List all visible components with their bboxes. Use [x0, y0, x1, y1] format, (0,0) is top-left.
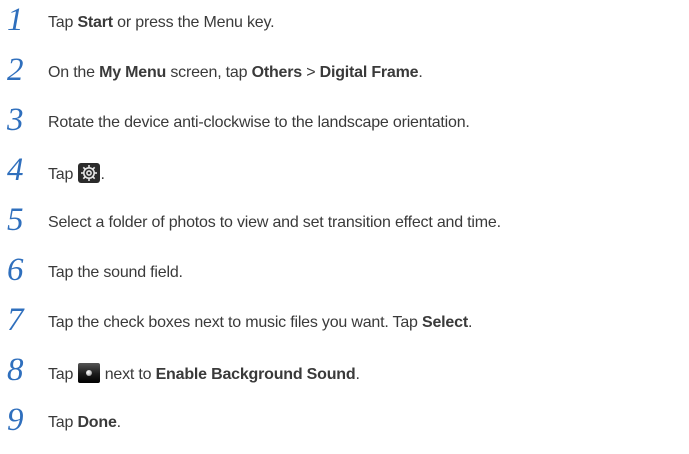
step-text: Tap the sound field.: [48, 264, 183, 281]
step-text: Tap Done.: [48, 414, 121, 431]
step-number: 6: [7, 252, 24, 288]
settings-gear-icon: [78, 163, 101, 183]
step-2: 2 On the My Menu screen, tap Others > Di…: [0, 54, 689, 104]
step-number: 9: [7, 402, 24, 438]
step-1: 1 Tap Start or press the Menu key.: [0, 4, 689, 54]
ui-term-my-menu: My Menu: [99, 64, 167, 81]
step-6: 6 Tap the sound field.: [0, 254, 689, 304]
step-text: On the My Menu screen, tap Others > Digi…: [48, 64, 423, 81]
step-text: Tap the check boxes next to music files …: [48, 314, 473, 331]
step-number: 8: [7, 352, 24, 388]
step-number: 4: [7, 152, 24, 188]
step-text: Tap next to Enable Background Sound.: [48, 363, 360, 389]
step-number: 7: [7, 302, 24, 338]
step-7: 7 Tap the check boxes next to music file…: [0, 304, 689, 354]
ui-term-done: Done: [77, 414, 117, 431]
step-3: 3 Rotate the device anti-clockwise to th…: [0, 104, 689, 154]
toggle-switch-icon: [78, 363, 101, 383]
step-number: 2: [7, 52, 24, 88]
ui-term-digital-frame: Digital Frame: [319, 64, 419, 81]
step-text: Rotate the device anti-clockwise to the …: [48, 114, 470, 131]
step-text: Tap Start or press the Menu key.: [48, 14, 275, 31]
step-number: 1: [7, 2, 24, 38]
ui-term-enable-background-sound: Enable Background Sound: [155, 366, 356, 383]
step-8: 8 Tap next to Enable Background Sound.: [0, 354, 689, 404]
step-9: 9 Tap Done.: [0, 404, 689, 454]
ui-term-select: Select: [422, 314, 468, 331]
ui-term-start: Start: [77, 14, 113, 31]
step-text: Select a folder of photos to view and se…: [48, 214, 501, 231]
step-4: 4 Tap .: [0, 154, 689, 204]
step-5: 5 Select a folder of photos to view and …: [0, 204, 689, 254]
ui-term-others: Others: [251, 64, 303, 81]
step-number: 3: [7, 102, 24, 138]
step-text: Tap .: [48, 163, 105, 189]
step-number: 5: [7, 202, 24, 238]
